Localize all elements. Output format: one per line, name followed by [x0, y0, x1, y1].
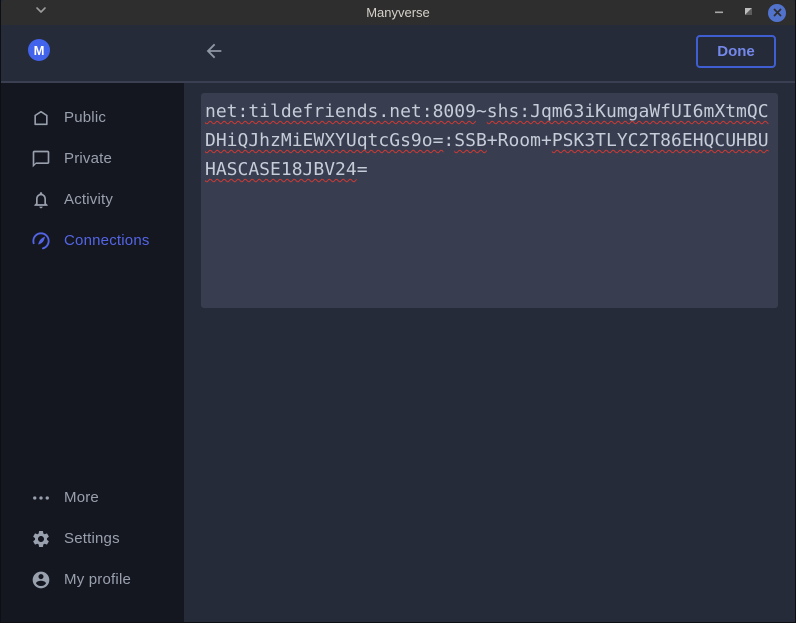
- sidebar-item-connections[interactable]: Connections: [1, 220, 184, 261]
- invite-text-line: net:tildefriends.net:8009~shs:Jqm63iKumg…: [205, 97, 774, 126]
- titlebar: Manyverse: [1, 0, 795, 25]
- close-icon: [768, 4, 786, 22]
- restore-icon: [743, 4, 754, 22]
- sidebar: Public Private Activity: [1, 83, 184, 622]
- sidebar-item-label: Settings: [64, 530, 120, 547]
- sidebar-item-label: Connections: [64, 232, 150, 249]
- sidebar-item-public[interactable]: Public: [1, 97, 184, 138]
- sidebar-item-label: More: [64, 489, 99, 506]
- invite-code-textarea[interactable]: net:tildefriends.net:8009~shs:Jqm63iKumg…: [201, 93, 778, 308]
- main-content: net:tildefriends.net:8009~shs:Jqm63iKumg…: [184, 83, 795, 622]
- manyverse-logo: M: [28, 39, 50, 61]
- gauge-icon: [31, 231, 51, 251]
- arrow-left-icon: [203, 40, 225, 67]
- sidebar-spacer: [1, 261, 184, 477]
- sidebar-item-activity[interactable]: Activity: [1, 179, 184, 220]
- sidebar-item-label: Activity: [64, 191, 113, 208]
- app-header: M Done: [1, 25, 795, 81]
- minimize-button[interactable]: [709, 3, 729, 23]
- sidebar-item-more[interactable]: More: [1, 477, 184, 518]
- sidebar-item-label: Private: [64, 150, 112, 167]
- sidebar-item-settings[interactable]: Settings: [1, 518, 184, 559]
- ellipsis-icon: [31, 488, 51, 508]
- bell-icon: [31, 190, 51, 210]
- home-icon: [31, 108, 51, 128]
- sidebar-item-label: My profile: [64, 571, 131, 588]
- close-button[interactable]: [767, 3, 787, 23]
- sidebar-item-label: Public: [64, 109, 106, 126]
- sidebar-item-my-profile[interactable]: My profile: [1, 559, 184, 600]
- back-button[interactable]: [202, 41, 226, 65]
- restore-button[interactable]: [738, 3, 758, 23]
- gear-icon: [31, 529, 51, 549]
- manyverse-window: Manyverse: [0, 0, 796, 623]
- invite-text-line: HASCASE18JBV24=: [205, 155, 774, 184]
- chat-bubble-icon: [31, 149, 51, 169]
- done-button[interactable]: Done: [696, 35, 776, 68]
- invite-text-line: DHiQJhzMiEWXYUqtcGs9o=:SSB+Room+PSK3TLYC…: [205, 126, 774, 155]
- minimize-icon: [714, 4, 724, 22]
- sidebar-item-private[interactable]: Private: [1, 138, 184, 179]
- profile-icon: [31, 570, 51, 590]
- window-title: Manyverse: [1, 5, 795, 20]
